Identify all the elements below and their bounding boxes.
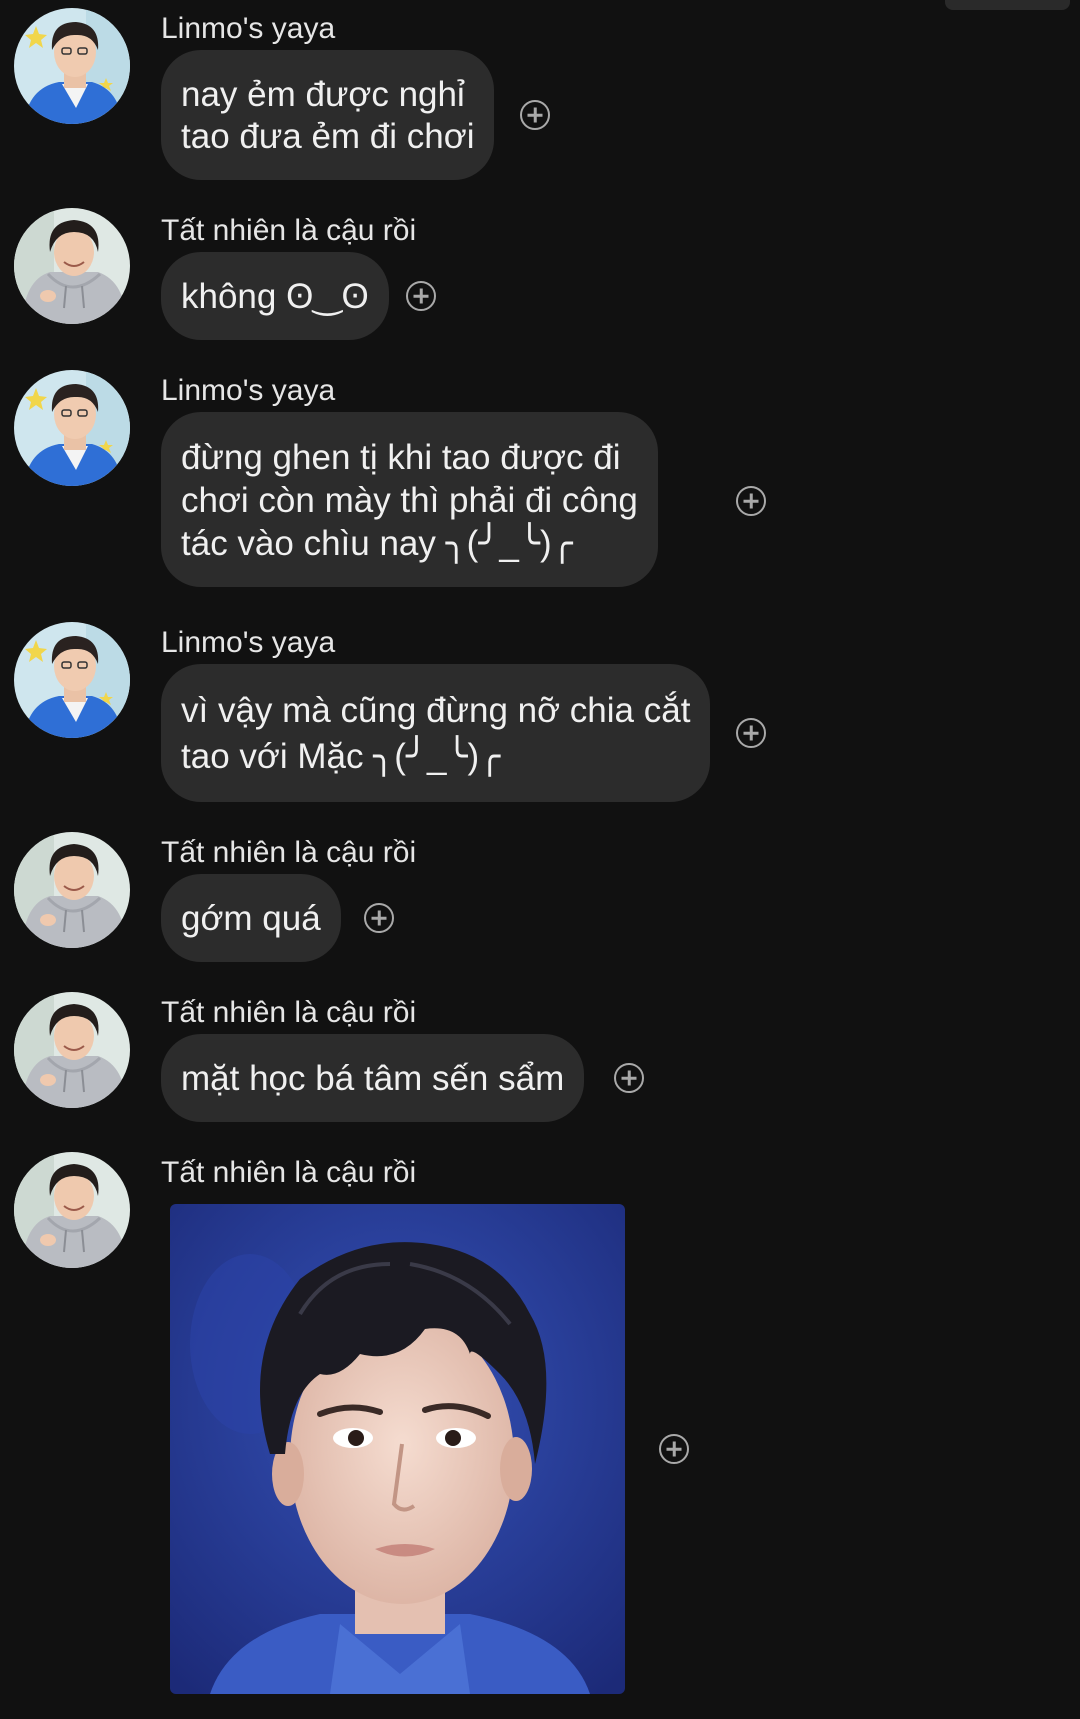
sender-avatar[interactable] xyxy=(14,8,130,124)
message-text: tác vào chìu nay ╮(╯_╰)╭ xyxy=(181,524,573,563)
message-text: chơi còn mày thì phải đi công xyxy=(181,481,638,520)
top-bar-fragment xyxy=(945,0,1070,10)
message-text: mặt học bá tâm sến sẩm xyxy=(181,1059,565,1098)
sender-avatar[interactable] xyxy=(14,370,130,486)
message-text: đừng ghen tị khi tao được đi xyxy=(181,438,621,477)
sender-avatar[interactable] xyxy=(14,832,130,948)
sender-avatar[interactable] xyxy=(14,1152,130,1268)
sender-name: Tất nhiên là cậu rồi xyxy=(161,1156,417,1189)
message-bubble[interactable]: nay ẻm được nghỉ tao đưa ẻm đi chơi xyxy=(161,50,495,180)
sender-name: Linmo's yaya xyxy=(161,374,336,407)
message-text: vì vậy mà cũng đừng nỡ chia cắt xyxy=(181,691,691,730)
message-text: nay ẻm được nghỉ xyxy=(181,75,465,114)
portrait-photo[interactable] xyxy=(170,1204,625,1694)
sender-name: Tất nhiên là cậu rồi xyxy=(161,214,417,247)
sender-name: Linmo's yaya xyxy=(161,626,336,659)
message-bubble[interactable]: mặt học bá tâm sến sẩm xyxy=(161,1034,585,1122)
add-reaction-icon[interactable] xyxy=(520,100,550,130)
sender-name: Tất nhiên là cậu rồi xyxy=(161,996,417,1029)
message-text: tao với Mặc ╮(╯_╰)╭ xyxy=(181,737,501,776)
add-reaction-icon[interactable] xyxy=(736,486,766,516)
add-reaction-icon[interactable] xyxy=(614,1063,644,1093)
sender-name: Linmo's yaya xyxy=(161,12,336,45)
message-text: gớm quá xyxy=(181,899,321,938)
sender-name: Tất nhiên là cậu rồi xyxy=(161,836,417,869)
sender-avatar[interactable] xyxy=(14,208,130,324)
message-text: không ʘ‿ʘ xyxy=(181,277,369,316)
add-reaction-icon[interactable] xyxy=(364,903,394,933)
message-text: tao đưa ẻm đi chơi xyxy=(181,117,475,156)
sender-avatar[interactable] xyxy=(14,992,130,1108)
message-bubble[interactable]: không ʘ‿ʘ xyxy=(161,252,389,340)
add-reaction-icon[interactable] xyxy=(406,281,436,311)
add-reaction-icon[interactable] xyxy=(736,718,766,748)
message-bubble[interactable]: gớm quá xyxy=(161,874,341,962)
sender-avatar[interactable] xyxy=(14,622,130,738)
message-bubble[interactable]: vì vậy mà cũng đừng nỡ chia cắt tao với … xyxy=(161,664,711,802)
message-bubble[interactable]: đừng ghen tị khi tao được đi chơi còn mà… xyxy=(161,412,658,587)
add-reaction-icon[interactable] xyxy=(659,1434,689,1464)
